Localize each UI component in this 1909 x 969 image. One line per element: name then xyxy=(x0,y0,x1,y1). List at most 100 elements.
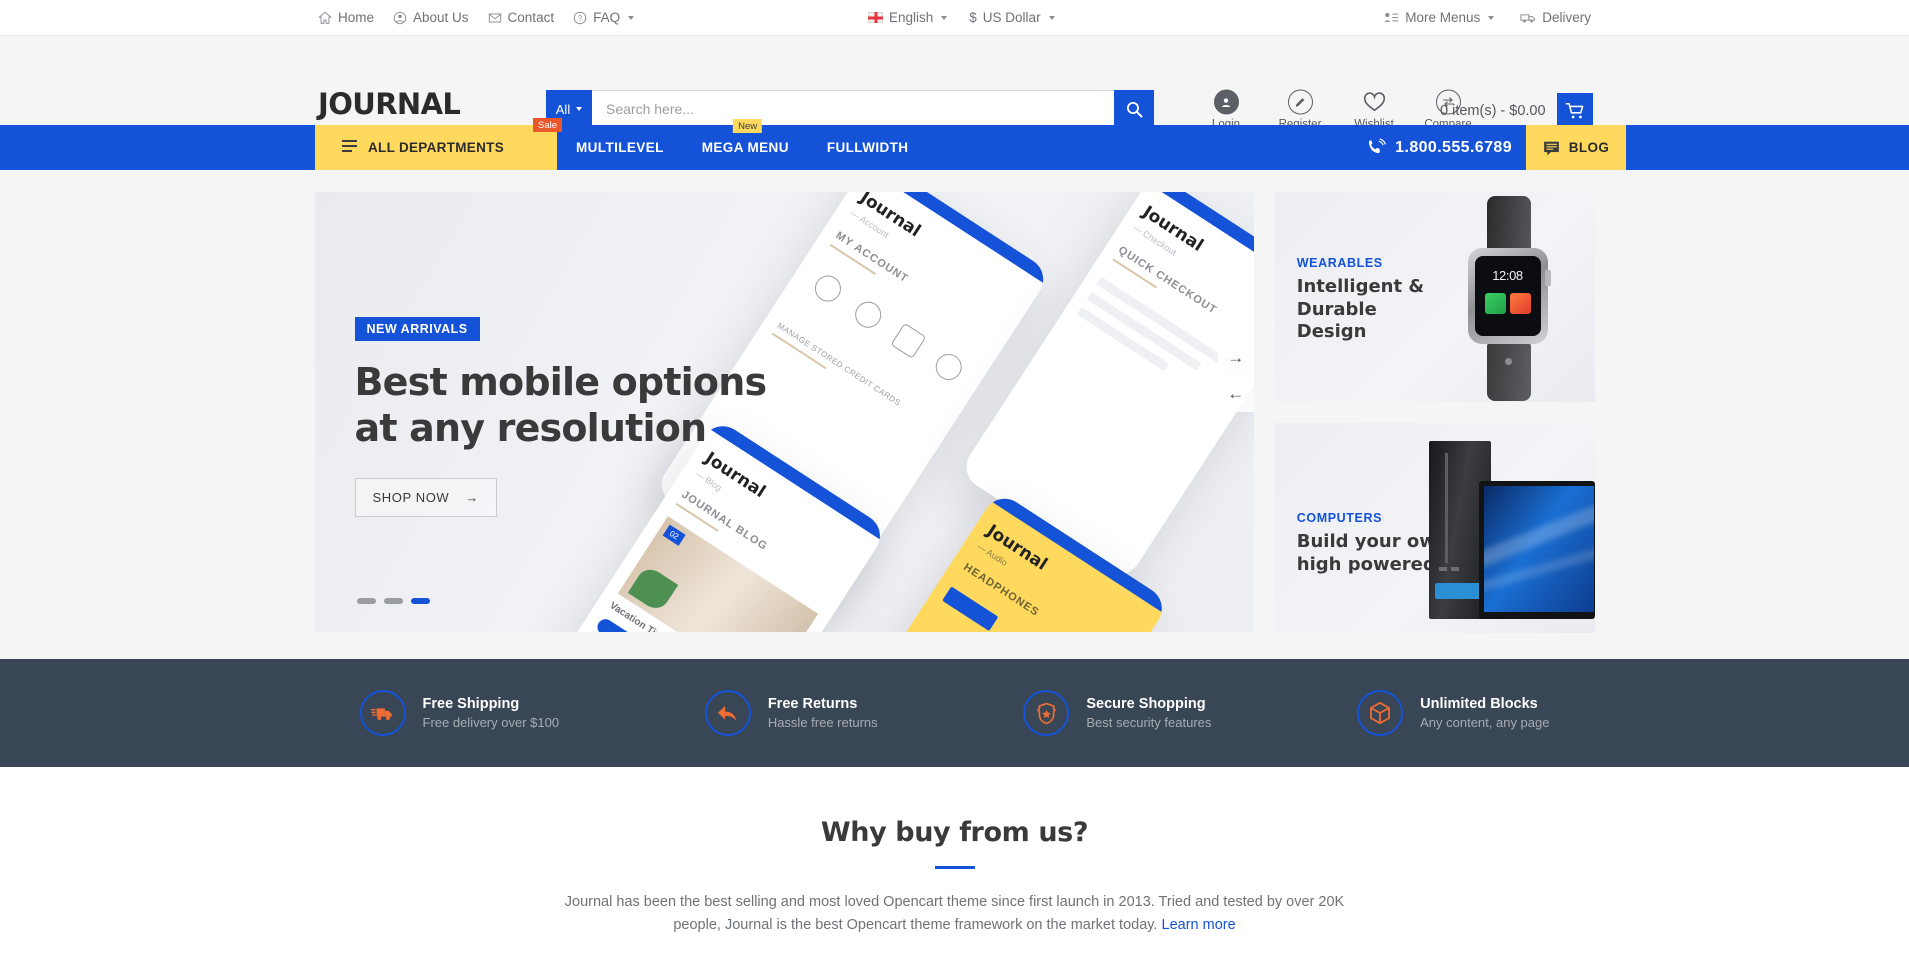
top-link-about-label: About Us xyxy=(413,10,469,25)
desktop-computer-image xyxy=(1415,441,1595,633)
delivery-truck-icon xyxy=(1520,14,1536,23)
slider-heading: Best mobile options at any resolution xyxy=(354,359,768,452)
learn-more-link[interactable]: Learn more xyxy=(1162,917,1236,933)
more-menus-dropdown[interactable]: More Menus xyxy=(1384,10,1495,25)
hero-slider[interactable]: Journal — Account MY ACCOUNT MANAGE STOR… xyxy=(314,192,1254,632)
feature-free-returns: Free Returns Hassle free returns xyxy=(704,690,878,736)
feature-free-shipping-title: Free Shipping xyxy=(422,696,520,712)
arrow-right-icon: → xyxy=(465,489,479,505)
nav-item-fullwidth[interactable]: FULLWIDTH xyxy=(808,125,928,170)
currency-symbol: $ xyxy=(969,10,977,25)
feature-free-returns-subtitle: Hassle free returns xyxy=(767,715,878,730)
site-logo[interactable]: JOURNAL xyxy=(318,87,461,121)
feature-unlimited-blocks: Unlimited Blocks Any content, any page xyxy=(1357,690,1549,736)
question-circle-icon: ? xyxy=(573,11,587,24)
nav-item-fullwidth-label: FULLWIDTH xyxy=(826,140,909,155)
phone-number[interactable]: 1.800.555.6789 xyxy=(1367,125,1512,170)
search-category-label: All xyxy=(555,101,571,117)
return-arrow-icon xyxy=(704,690,751,736)
chat-icon xyxy=(1543,141,1559,155)
watch-time: 12:08 xyxy=(1492,268,1523,283)
slider-text-block: NEW ARRIVALS Best mobile options at any … xyxy=(354,317,768,517)
slider-prev-button[interactable]: ← xyxy=(1218,376,1254,412)
chevron-down-icon xyxy=(1048,15,1055,20)
all-departments-button[interactable]: ALL DEPARTMENTS Sale xyxy=(315,118,562,170)
slider-next-button[interactable]: → xyxy=(1218,340,1254,376)
banner-wearables-title: Intelligent & Durable Design xyxy=(1297,276,1424,344)
top-link-contact[interactable]: Contact xyxy=(488,10,555,25)
more-menus-label: More Menus xyxy=(1405,10,1481,25)
feature-free-shipping: Free Shipping Free delivery over $100 xyxy=(359,690,560,736)
all-departments-label: ALL DEPARTMENTS xyxy=(368,140,504,155)
svg-text:?: ? xyxy=(578,13,583,22)
why-buy-title: Why buy from us? xyxy=(820,817,1089,848)
search-button[interactable] xyxy=(1114,90,1154,128)
top-link-contact-label: Contact xyxy=(507,10,555,25)
feature-unlimited-blocks-title: Unlimited Blocks xyxy=(1420,696,1538,712)
search-icon xyxy=(1126,101,1142,117)
slider-heading-line1: Best mobile options xyxy=(354,360,768,404)
nav-item-mega-menu[interactable]: New MEGA MENU xyxy=(683,119,808,170)
why-buy-section: Why buy from us? Journal has been the be… xyxy=(0,767,1909,938)
slider-heading-line2: at any resolution xyxy=(354,406,708,451)
pencil-icon xyxy=(1287,89,1313,115)
language-label: English xyxy=(889,10,934,25)
user-circle-icon xyxy=(393,11,407,24)
main-navigation: ALL DEPARTMENTS Sale MULTILEVEL New MEGA… xyxy=(0,118,1909,170)
slider-arrows: → ← xyxy=(1217,340,1254,412)
blog-button[interactable]: BLOG xyxy=(1526,125,1626,170)
truck-icon xyxy=(359,690,406,736)
smartwatch-image: 12:08 xyxy=(1441,196,1591,401)
slider-dot-2[interactable] xyxy=(383,598,403,604)
top-link-about[interactable]: About Us xyxy=(393,10,469,25)
top-link-faq[interactable]: ? FAQ xyxy=(573,10,635,25)
site-logo-text: JOURNAL xyxy=(318,87,461,121)
shop-now-button[interactable]: SHOP NOW → xyxy=(354,477,497,517)
feature-unlimited-blocks-subtitle: Any content, any page xyxy=(1420,715,1550,730)
cube-icon xyxy=(1357,690,1404,736)
envelope-icon xyxy=(488,12,501,23)
nav-links: MULTILEVEL New MEGA MENU FULLWIDTH xyxy=(557,119,928,170)
banner-computers[interactable]: COMPUTERS Build your own high powered PC xyxy=(1274,423,1595,633)
banner-wearables-title-l1: Intelligent & xyxy=(1296,276,1425,297)
user-list-icon xyxy=(1384,12,1399,22)
top-link-home-label: Home xyxy=(338,10,375,25)
slider-pagination xyxy=(356,598,430,604)
delivery-link[interactable]: Delivery xyxy=(1520,10,1591,25)
slider-badge: NEW ARRIVALS xyxy=(354,317,480,341)
currency-selector[interactable]: $ US Dollar xyxy=(969,10,1055,25)
user-icon xyxy=(1213,89,1239,115)
hamburger-icon xyxy=(342,140,357,155)
slider-dot-3[interactable] xyxy=(410,598,430,604)
chevron-down-icon xyxy=(941,15,948,20)
why-buy-body: Journal has been the best selling and mo… xyxy=(540,891,1370,938)
banner-wearables-title-l3: Design xyxy=(1296,321,1367,343)
home-icon xyxy=(318,11,332,24)
heart-icon xyxy=(1363,92,1385,112)
top-bar-center: English $ US Dollar xyxy=(868,10,1055,25)
currency-label: US Dollar xyxy=(982,10,1041,25)
site-header: JOURNAL All Login Regi xyxy=(0,36,1909,131)
banner-wearables-title-l2: Durable xyxy=(1296,298,1377,320)
top-link-home[interactable]: Home xyxy=(318,10,374,25)
page-root: Home About Us Contact ? FAQ English $ US… xyxy=(0,0,1909,969)
feature-secure-shopping: Secure Shopping Best security features xyxy=(1023,690,1211,736)
banner-wearables[interactable]: WEARABLES Intelligent & Durable Design 1… xyxy=(1274,192,1595,402)
search-input[interactable] xyxy=(592,90,1114,128)
nav-item-multilevel-label: MULTILEVEL xyxy=(576,140,664,155)
shop-now-label: SHOP NOW xyxy=(372,489,450,505)
shield-badge-icon xyxy=(1023,690,1070,736)
delivery-label: Delivery xyxy=(1542,10,1591,25)
shopping-cart-icon xyxy=(1565,102,1584,119)
nav-item-mega-menu-label: MEGA MENU xyxy=(701,140,789,155)
slider-dot-1[interactable] xyxy=(356,598,376,604)
nav-item-multilevel[interactable]: MULTILEVEL xyxy=(557,125,683,170)
feature-free-shipping-subtitle: Free delivery over $100 xyxy=(422,715,560,730)
hero-section: Journal — Account MY ACCOUNT MANAGE STOR… xyxy=(0,170,1909,659)
cart-button[interactable] xyxy=(1557,93,1593,129)
search-bar: All xyxy=(546,90,1154,128)
banner-wearables-label: WEARABLES xyxy=(1296,256,1383,270)
language-selector[interactable]: English xyxy=(868,10,948,25)
top-bar-left-links: Home About Us Contact ? FAQ xyxy=(318,10,635,25)
banner-computers-label: COMPUTERS xyxy=(1296,511,1383,525)
